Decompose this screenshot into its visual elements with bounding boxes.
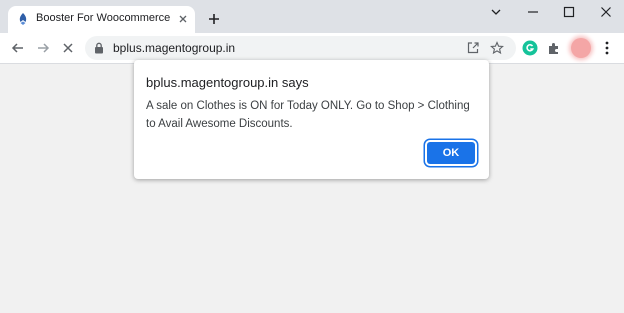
tab-title: Booster For Woocommerce [36,12,171,24]
booster-favicon-icon [16,12,30,26]
maximize-icon[interactable] [561,4,577,20]
star-icon[interactable] [489,40,505,56]
chevron-down-icon[interactable] [488,4,504,20]
kebab-menu-icon[interactable] [599,40,615,56]
lock-icon[interactable] [94,41,106,55]
address-bar[interactable]: bplus.magentogroup.in [85,36,516,60]
url-text[interactable]: bplus.magentogroup.in [113,41,235,55]
close-icon[interactable] [176,12,190,26]
dialog-message: A sale on Clothes is ON for Today ONLY. … [146,100,470,130]
share-icon[interactable] [465,40,481,56]
back-arrow-icon[interactable] [10,40,26,56]
browser-window: Booster For Woocommerce bplus.magentogro… [0,0,624,313]
tab-strip: Booster For Woocommerce [0,0,624,33]
minimize-icon[interactable] [525,4,541,20]
avatar[interactable] [571,38,591,58]
ok-button[interactable]: OK [427,142,475,164]
alert-dialog: bplus.magentogroup.in says A sale on Clo… [134,60,489,179]
grammarly-icon[interactable] [522,40,538,56]
dialog-title: bplus.magentogroup.in says [146,75,309,90]
stop-loading-icon[interactable] [60,40,76,56]
close-window-icon[interactable] [598,4,614,20]
tab-booster[interactable]: Booster For Woocommerce [8,6,195,33]
forward-arrow-icon[interactable] [35,40,51,56]
puzzle-icon[interactable] [546,40,562,56]
plus-icon[interactable] [206,11,222,27]
